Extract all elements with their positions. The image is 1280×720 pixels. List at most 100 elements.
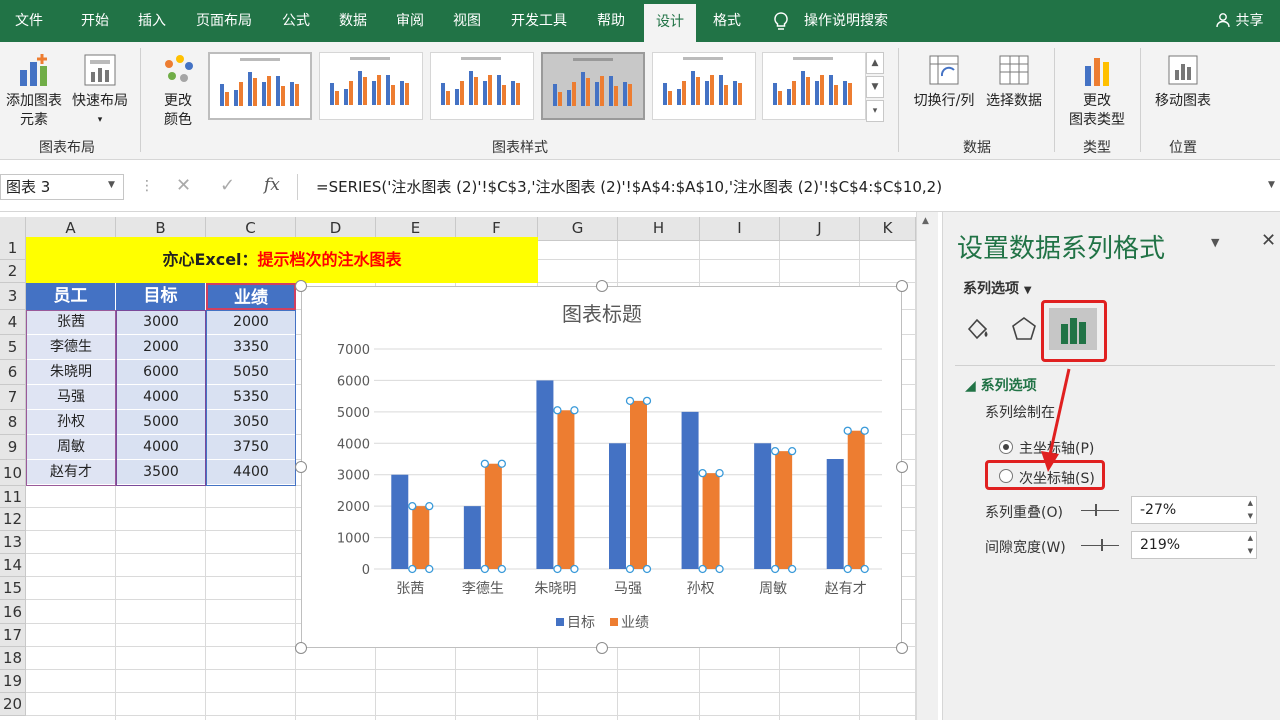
bar-target[interactable] — [536, 380, 554, 569]
spin-up-icon[interactable]: ▲ — [1248, 532, 1253, 544]
row-header-4[interactable]: 4 — [0, 310, 26, 335]
selection-point[interactable] — [698, 468, 707, 478]
selection-point[interactable] — [425, 501, 434, 511]
header-performance[interactable]: 业绩 — [206, 283, 296, 310]
selection-point[interactable] — [408, 501, 417, 511]
column-header-j[interactable]: J — [780, 217, 860, 241]
title-banner[interactable]: 亦心Excel：提示档次的注水图表 — [26, 237, 538, 283]
gap-slider-thumb[interactable] — [1101, 539, 1103, 551]
bar-target[interactable] — [391, 474, 409, 569]
row-header-12[interactable]: 12 — [0, 508, 26, 531]
tab-review[interactable]: 审阅 — [386, 0, 434, 42]
selection-point[interactable] — [698, 564, 707, 574]
selection-point[interactable] — [425, 564, 434, 574]
chart-style-4[interactable] — [541, 52, 645, 120]
selection-point[interactable] — [553, 406, 562, 415]
formula-input[interactable]: =SERIES('注水图表 (2)'!$C$3,'注水图表 (2)'!$A$4:… — [316, 174, 942, 200]
cancel-icon[interactable]: ✕ — [176, 175, 191, 196]
enter-icon[interactable]: ✓ — [220, 175, 235, 196]
tab-format[interactable]: 格式 — [702, 0, 752, 42]
name-box-dropdown-icon[interactable]: ▼ — [108, 180, 115, 190]
row-header-9[interactable]: 9 — [0, 435, 26, 460]
selection-point[interactable] — [860, 426, 869, 435]
selection-point[interactable] — [642, 396, 652, 406]
tab-formulas[interactable]: 公式 — [272, 0, 320, 42]
resize-handle[interactable] — [596, 280, 608, 292]
expand-formula-icon[interactable]: ▼ — [1268, 180, 1275, 190]
spin-up-icon[interactable]: ▲ — [1248, 497, 1253, 509]
selection-point[interactable] — [715, 564, 724, 574]
bar-performance[interactable] — [630, 400, 647, 569]
row-header-11[interactable]: 11 — [0, 486, 26, 508]
column-header-g[interactable]: G — [538, 217, 618, 241]
spin-down-icon[interactable]: ▼ — [1248, 510, 1253, 522]
selection-point[interactable] — [570, 406, 579, 415]
name-box[interactable]: 图表 3 — [0, 174, 124, 200]
header-employee[interactable]: 员工 — [26, 283, 116, 310]
row-header-13[interactable]: 13 — [0, 531, 26, 554]
gap-slider[interactable] — [1081, 539, 1119, 551]
chart-style-3[interactable] — [430, 52, 534, 120]
resize-handle[interactable] — [896, 642, 908, 654]
row-header-19[interactable]: 19 — [0, 670, 26, 693]
paint-bucket-icon[interactable] — [963, 314, 993, 344]
row-header-2[interactable]: 2 — [0, 260, 26, 283]
tab-insert[interactable]: 插入 — [128, 0, 176, 42]
chart-style-1[interactable] — [208, 52, 312, 120]
vertical-scrollbar[interactable]: ▲ — [916, 212, 938, 720]
tab-design[interactable]: 设计 — [644, 4, 696, 42]
selection-point[interactable] — [480, 459, 490, 468]
tell-me-search[interactable]: 操作说明搜索 — [804, 0, 904, 42]
resize-handle[interactable] — [896, 461, 908, 473]
selection-point[interactable] — [642, 564, 652, 574]
tab-developer[interactable]: 开发工具 — [500, 0, 578, 42]
column-header-k[interactable]: K — [860, 217, 916, 241]
gap-width-input[interactable]: 219% ▲ ▼ — [1131, 531, 1257, 559]
resize-handle[interactable] — [896, 280, 908, 292]
selection-point[interactable] — [715, 468, 724, 478]
resize-handle[interactable] — [295, 280, 307, 292]
row-header-18[interactable]: 18 — [0, 647, 26, 670]
switch-row-column-button[interactable]: 切换行/列 — [908, 52, 980, 111]
tab-help[interactable]: 帮助 — [586, 0, 636, 42]
row-header-8[interactable]: 8 — [0, 410, 26, 435]
row-header-20[interactable]: 20 — [0, 693, 26, 716]
resize-handle[interactable] — [596, 642, 608, 654]
row-header-3[interactable]: 3 — [0, 283, 26, 310]
chart-title[interactable]: 图表标题 — [562, 302, 642, 326]
series-options-dropdown[interactable]: 系列选项 ▼ — [963, 278, 1032, 298]
close-pane-icon[interactable]: ✕ — [1261, 230, 1276, 251]
header-target[interactable]: 目标 — [116, 283, 206, 310]
bar-target[interactable] — [463, 506, 481, 569]
bar-performance[interactable] — [775, 451, 793, 569]
scroll-up-icon[interactable]: ▲ — [922, 216, 929, 226]
chart-style-6[interactable] — [762, 52, 866, 120]
insert-function-icon[interactable]: fx — [264, 175, 280, 195]
quick-layout-button[interactable]: 快速布局 ▾ — [68, 52, 132, 130]
selection-point[interactable] — [843, 426, 852, 435]
selection-point[interactable] — [770, 564, 780, 574]
overlap-slider[interactable] — [1081, 504, 1119, 516]
resize-handle[interactable] — [295, 461, 307, 473]
row-header-10[interactable]: 10 — [0, 460, 26, 486]
selection-point[interactable] — [843, 564, 852, 574]
bar-performance[interactable] — [847, 430, 865, 569]
spin-down-icon[interactable]: ▼ — [1248, 545, 1253, 557]
chart-area[interactable]: 图表标题 0 1000 2000 3000 4000 5000 6000 7000 张茜 李德生… — [301, 286, 902, 648]
pane-options-dropdown-icon[interactable]: ▼ — [1211, 236, 1219, 249]
selection-point[interactable] — [860, 564, 869, 574]
overlap-slider-thumb[interactable] — [1095, 504, 1097, 516]
row-header-5[interactable]: 5 — [0, 335, 26, 360]
row-header-15[interactable]: 15 — [0, 577, 26, 600]
bar-target[interactable] — [609, 443, 626, 569]
bar-performance[interactable] — [412, 506, 430, 569]
tab-page-layout[interactable]: 页面布局 — [186, 0, 262, 42]
row-header-14[interactable]: 14 — [0, 554, 26, 577]
selection-point[interactable] — [770, 446, 780, 456]
column-header-i[interactable]: I — [700, 217, 780, 241]
selection-point[interactable] — [570, 564, 579, 574]
bar-performance[interactable] — [484, 463, 502, 569]
bar-target[interactable] — [681, 411, 699, 569]
column-header-h[interactable]: H — [618, 217, 700, 241]
selection-point[interactable] — [625, 564, 635, 574]
